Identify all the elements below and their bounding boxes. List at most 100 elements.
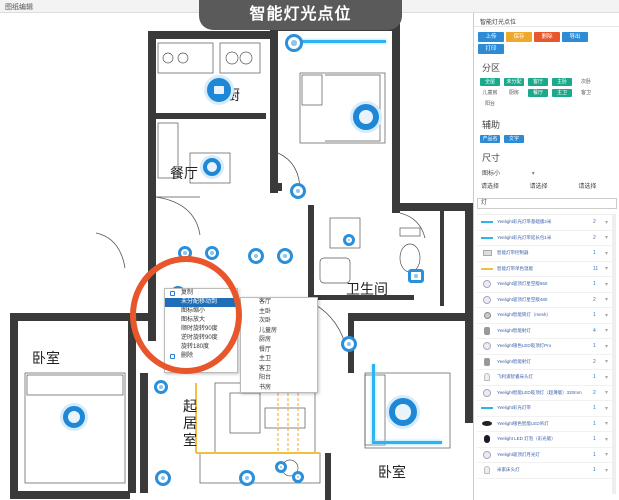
spot-light-icon[interactable] bbox=[290, 183, 306, 199]
upload-button[interactable]: 上传 bbox=[478, 32, 504, 42]
spot-light-icon[interactable] bbox=[277, 248, 293, 264]
ceiling-light-icon[interactable] bbox=[386, 395, 420, 429]
submenu-item[interactable]: 主卫 bbox=[241, 355, 317, 365]
pendant-light-icon[interactable] bbox=[200, 155, 224, 179]
spot-light-icon[interactable] bbox=[155, 470, 171, 486]
move-to-submenu: 客厅 主卧 次卧 儿童房 厨房 餐厅 主卫 客卫 阳台 书房 bbox=[240, 297, 318, 393]
save-button[interactable]: 保存 bbox=[506, 32, 532, 42]
product-row[interactable]: 飞利浦智睿床头灯 1 ▾ bbox=[477, 370, 615, 386]
product-name: Yeelight智能筒灯（mesh） bbox=[497, 312, 551, 318]
product-row[interactable]: Yeelight智能射灯 2 ▾ bbox=[477, 355, 615, 370]
product-row[interactable]: Yeelight吸顶灯星空版650 1 ▾ bbox=[477, 277, 615, 293]
submenu-item[interactable]: 客卫 bbox=[241, 365, 317, 375]
search-input[interactable]: 灯 bbox=[477, 198, 617, 209]
product-row[interactable]: Yeelight智能LED吸顶灯（超薄版）320mm 2 ▾ bbox=[477, 386, 615, 401]
floorplan-canvas[interactable]: 厨 餐厅 卫生间 卧室 起居室 卧室 bbox=[0, 13, 473, 500]
product-name: Yeelight银色智能LED吊灯 bbox=[497, 420, 549, 426]
product-thumbnail-icon bbox=[480, 419, 494, 428]
product-count: 1 bbox=[593, 467, 596, 474]
submenu-item[interactable]: 阳台 bbox=[241, 374, 317, 384]
submenu-item[interactable]: 客厅 bbox=[241, 298, 317, 308]
zone-chip[interactable]: 未分配 bbox=[504, 78, 524, 86]
product-row[interactable]: Yeelight吸顶灯月光灯 1 ▾ bbox=[477, 448, 615, 463]
product-row[interactable]: Yeelight智能筒灯（mesh） 1 ▾ bbox=[477, 308, 615, 324]
product-name: Yeelight吸顶灯星空版480 bbox=[497, 296, 548, 302]
product-row[interactable]: Yeelight彩光灯带 1 ▾ bbox=[477, 401, 615, 417]
product-row[interactable]: Yeelight银色智能LED吊灯 1 ▾ bbox=[477, 417, 615, 432]
product-row[interactable]: 智能灯带控制器 1 ▾ bbox=[477, 246, 615, 262]
panel-header: 智能灯光点位 bbox=[474, 13, 619, 27]
light-strip[interactable] bbox=[372, 441, 442, 444]
aux-chip-product-name[interactable]: 产品名 bbox=[480, 135, 500, 143]
product-thumbnail-icon bbox=[480, 450, 494, 459]
zone-chip[interactable]: 主卫 bbox=[552, 89, 572, 97]
light-strip[interactable] bbox=[372, 364, 375, 444]
spot-light-icon[interactable] bbox=[205, 246, 219, 260]
filter-select[interactable]: 请选择 bbox=[570, 180, 619, 194]
size-select[interactable]: 图标小 ▾ bbox=[474, 166, 619, 179]
product-thumbnail-icon bbox=[480, 280, 494, 289]
zone-chip[interactable]: 厨房 bbox=[504, 89, 524, 97]
product-count: 1 bbox=[593, 420, 596, 427]
spot-light-icon[interactable] bbox=[343, 234, 355, 246]
zone-chip[interactable]: 全屋 bbox=[480, 78, 500, 86]
submenu-item[interactable]: 主卧 bbox=[241, 308, 317, 318]
light-strip[interactable] bbox=[300, 40, 386, 43]
zone-chip[interactable]: 儿童房 bbox=[480, 89, 500, 97]
spot-light-icon[interactable] bbox=[275, 461, 287, 473]
zone-chip[interactable]: 阳台 bbox=[480, 100, 500, 108]
product-row[interactable]: 米家床头灯 1 ▾ bbox=[477, 463, 615, 479]
product-row[interactable]: Yeelight智能射灯 4 ▾ bbox=[477, 324, 615, 339]
product-name: Yeelight智能LED吸顶灯（超薄版）320mm bbox=[497, 389, 582, 395]
product-row[interactable]: Yeelight LED 灯泡（彩光版） 1 ▾ bbox=[477, 432, 615, 448]
spot-light-icon[interactable] bbox=[292, 471, 304, 483]
delete-button[interactable]: 删除 bbox=[534, 32, 560, 42]
product-thumbnail-icon bbox=[480, 357, 494, 366]
product-thumbnail-icon bbox=[480, 435, 494, 444]
spot-light-icon[interactable] bbox=[341, 336, 357, 352]
spot-light-icon[interactable] bbox=[154, 380, 168, 394]
room-label-bedroom-right: 卧室 bbox=[378, 464, 406, 480]
product-name: 飞利浦智睿床头灯 bbox=[497, 374, 533, 380]
zone-chip[interactable]: 主卧 bbox=[552, 78, 572, 86]
product-row[interactable]: Yeelight彩光灯带延长包1米 2 ▾ bbox=[477, 231, 615, 246]
zone-chip[interactable]: 客卫 bbox=[576, 89, 596, 97]
ceiling-light-icon[interactable] bbox=[60, 403, 88, 431]
ceiling-light-icon[interactable] bbox=[350, 101, 382, 133]
print-button[interactable]: 打印 bbox=[478, 44, 504, 54]
submenu-item[interactable]: 厨房 bbox=[241, 336, 317, 346]
zone-chip[interactable]: 餐厅 bbox=[528, 89, 548, 97]
submenu-item[interactable]: 次卧 bbox=[241, 317, 317, 327]
ceiling-light-icon[interactable] bbox=[204, 75, 234, 105]
spot-light-icon[interactable] bbox=[239, 470, 255, 486]
product-row[interactable]: Yeelight彩光灯带基础版2米 2 ▾ bbox=[477, 215, 615, 231]
zone-chip[interactable]: 次卧 bbox=[576, 78, 596, 86]
product-row[interactable]: Yeelight银色LED吸顶灯Pro 1 ▾ bbox=[477, 339, 615, 355]
product-name: Yeelight银色LED吸顶灯Pro bbox=[497, 343, 552, 349]
panel-toolbar: 上传 保存 删除 导出 打印 bbox=[474, 27, 619, 59]
product-row[interactable]: Yeelight吸顶灯星空版480 2 ▾ bbox=[477, 293, 615, 308]
aux-chip-text[interactable]: 文字 bbox=[504, 135, 524, 143]
submenu-item[interactable]: 书房 bbox=[241, 384, 317, 394]
filter-select[interactable]: 请选择 bbox=[522, 180, 571, 194]
product-name: Yeelight彩光灯带基础版2米 bbox=[497, 219, 552, 225]
product-row[interactable]: 智能灯带单色温版 11 ▾ bbox=[477, 262, 615, 277]
product-count: 11 bbox=[593, 265, 599, 272]
submenu-item[interactable]: 儿童房 bbox=[241, 327, 317, 337]
ceiling-light-icon[interactable] bbox=[285, 34, 303, 52]
product-count: 2 bbox=[593, 296, 596, 303]
export-button[interactable]: 导出 bbox=[562, 32, 588, 42]
bath-heater-icon[interactable] bbox=[408, 269, 424, 283]
zone-chips: 全屋 未分配 客厅 主卧 次卧 儿童房 厨房 餐厅 主卫 客卫 阳台 bbox=[474, 76, 619, 110]
scrollbar[interactable] bbox=[612, 214, 616, 494]
zone-chip[interactable]: 客厅 bbox=[528, 78, 548, 86]
filter-select[interactable]: 请选择 bbox=[473, 180, 522, 194]
room-label-living: 起居室 bbox=[183, 398, 197, 448]
submenu-item[interactable]: 餐厅 bbox=[241, 346, 317, 356]
product-thumbnail-icon bbox=[480, 388, 494, 397]
product-name: Yeelight吸顶灯月光灯 bbox=[497, 451, 540, 457]
product-count: 1 bbox=[593, 374, 596, 381]
spot-light-icon[interactable] bbox=[248, 248, 264, 264]
product-thumbnail-icon bbox=[480, 326, 494, 335]
product-thumbnail-icon bbox=[480, 233, 494, 242]
